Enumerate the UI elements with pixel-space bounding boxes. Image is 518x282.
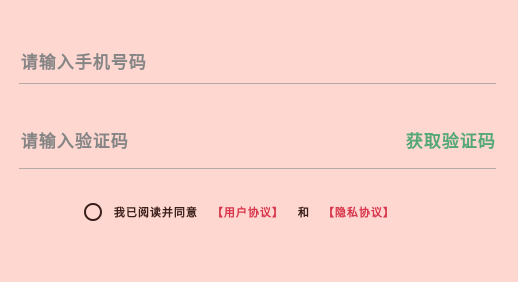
agreement-row: 我已阅读并同意 【用户协议】 和 【隐私协议】 [84,201,395,223]
user-agreement-link[interactable]: 【用户协议】 [212,204,284,220]
verification-code-input[interactable]: 请输入验证码 获取验证码 [19,120,496,169]
get-code-button[interactable]: 获取验证码 [406,127,496,152]
agreement-prefix: 我已阅读并同意 [114,206,198,219]
agree-radio[interactable] [84,203,102,221]
code-placeholder: 请输入验证码 [21,132,129,152]
privacy-policy-link[interactable]: 【隐私协议】 [323,204,395,220]
phone-placeholder: 请输入手机号码 [21,53,147,73]
phone-input[interactable]: 请输入手机号码 [19,40,496,84]
agreement-conjunction: 和 [298,206,309,219]
